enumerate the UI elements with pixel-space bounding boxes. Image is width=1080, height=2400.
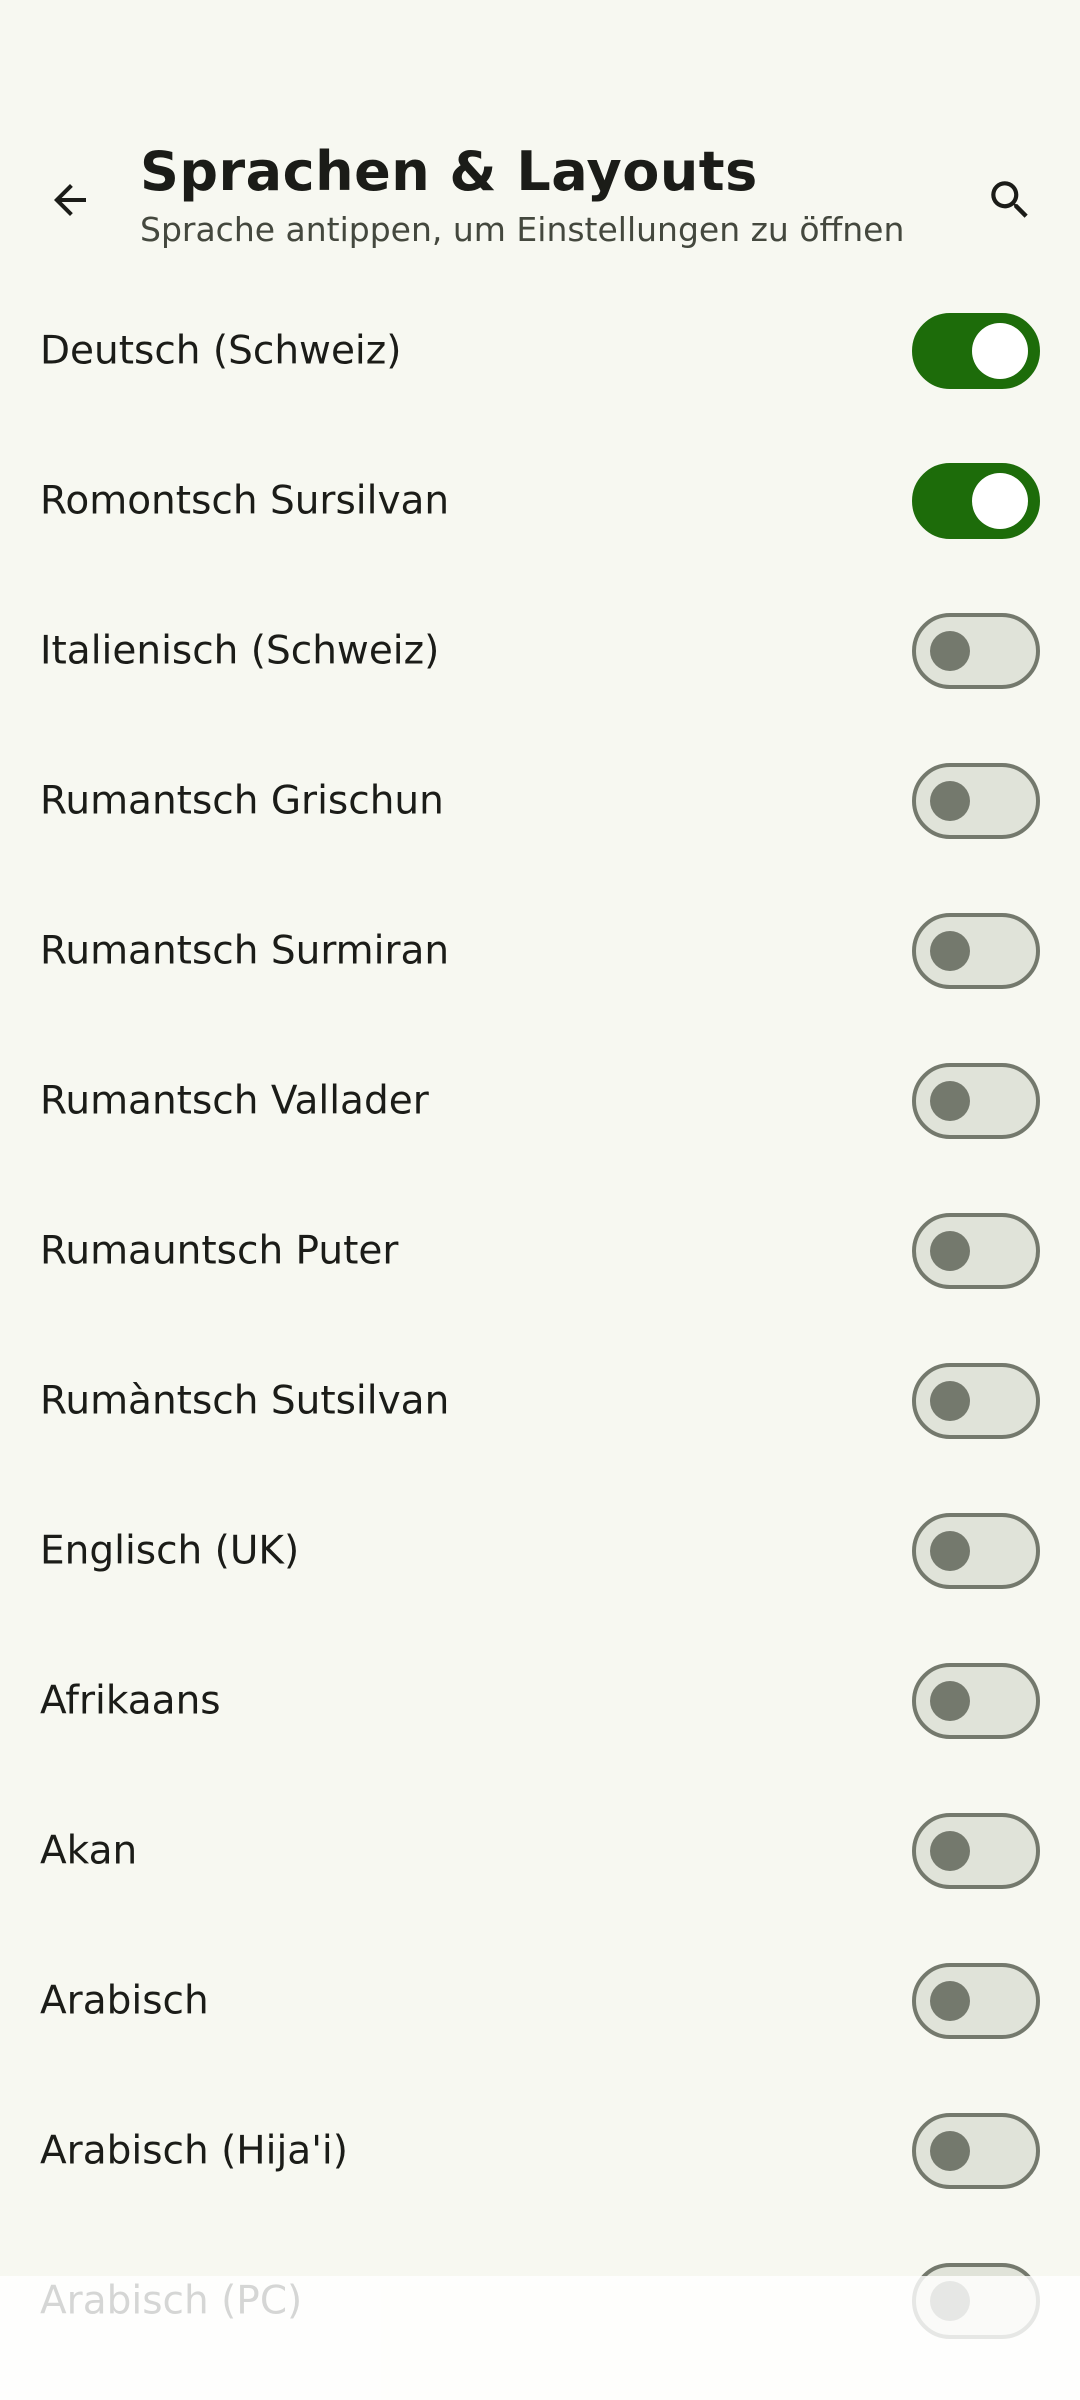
page-title: Sprachen & Layouts	[140, 140, 758, 203]
language-label: Akan	[40, 1828, 138, 1874]
language-row[interactable]: Rumauntsch Puter	[0, 1176, 1080, 1326]
language-row[interactable]: Deutsch (Schweiz)	[0, 276, 1080, 426]
page-subtitle: Sprache antippen, um Einstellungen zu öf…	[140, 210, 905, 249]
switch-thumb	[930, 2281, 970, 2321]
language-toggle-switch[interactable]	[912, 1663, 1040, 1739]
language-label: Englisch (UK)	[40, 1528, 300, 1574]
switch-thumb	[930, 1531, 970, 1571]
language-label: Rumàntsch Sutsilvan	[40, 1378, 450, 1424]
language-row[interactable]: Akan	[0, 1776, 1080, 1926]
switch-thumb	[930, 931, 970, 971]
search-icon	[991, 181, 1028, 218]
language-toggle-switch[interactable]	[912, 1963, 1040, 2039]
language-toggle-switch[interactable]	[912, 1213, 1040, 1289]
language-row[interactable]: Arabisch (Hija'i)	[0, 2076, 1080, 2226]
language-toggle-switch[interactable]	[912, 1063, 1040, 1139]
language-row[interactable]: Rumantsch Grischun	[0, 726, 1080, 876]
language-toggle-switch[interactable]	[912, 313, 1040, 389]
switch-thumb	[930, 1081, 970, 1121]
language-label: Arabisch	[40, 1978, 209, 2024]
language-toggle-switch[interactable]	[912, 1513, 1040, 1589]
switch-thumb	[930, 1981, 970, 2021]
language-label: Rumauntsch Puter	[40, 1228, 399, 1274]
language-row[interactable]: Rumàntsch Sutsilvan	[0, 1326, 1080, 1476]
language-label: Rumantsch Vallader	[40, 1078, 429, 1124]
switch-thumb	[930, 1831, 970, 1871]
language-toggle-switch[interactable]	[912, 2113, 1040, 2189]
language-toggle-switch[interactable]	[912, 2263, 1040, 2339]
language-toggle-switch[interactable]	[912, 1363, 1040, 1439]
language-row[interactable]: Afrikaans	[0, 1626, 1080, 1776]
language-row[interactable]: Rumantsch Vallader	[0, 1026, 1080, 1176]
switch-thumb	[930, 1231, 970, 1271]
switch-thumb	[930, 2131, 970, 2171]
language-row[interactable]: Romontsch Sursilvan	[0, 426, 1080, 576]
search-button[interactable]	[970, 160, 1050, 240]
language-toggle-switch[interactable]	[912, 613, 1040, 689]
language-label: Romontsch Sursilvan	[40, 478, 450, 524]
language-toggle-switch[interactable]	[912, 1813, 1040, 1889]
switch-thumb	[930, 1381, 970, 1421]
top-app-bar: Sprachen & Layouts Sprache antippen, um …	[0, 110, 1080, 270]
language-row[interactable]: Englisch (UK)	[0, 1476, 1080, 1626]
switch-thumb	[930, 631, 970, 671]
language-list: Deutsch (Schweiz) Romontsch Sursilvan Ital…	[0, 276, 1080, 2376]
arrow-back-icon	[54, 184, 86, 216]
language-toggle-switch[interactable]	[912, 763, 1040, 839]
switch-thumb	[930, 1681, 970, 1721]
language-label: Italienisch (Schweiz)	[40, 628, 440, 674]
language-label: Afrikaans	[40, 1678, 221, 1724]
language-toggle-switch[interactable]	[912, 463, 1040, 539]
language-label: Deutsch (Schweiz)	[40, 328, 402, 374]
language-label: Rumantsch Grischun	[40, 778, 444, 824]
language-label: Rumantsch Surmiran	[40, 928, 450, 974]
switch-thumb	[930, 781, 970, 821]
language-row[interactable]: Arabisch (PC)	[0, 2226, 1080, 2376]
switch-thumb	[972, 473, 1028, 529]
language-label: Arabisch (Hija'i)	[40, 2128, 348, 2174]
switch-thumb	[972, 323, 1028, 379]
language-row[interactable]: Italienisch (Schweiz)	[0, 576, 1080, 726]
back-button[interactable]	[30, 160, 110, 240]
language-row[interactable]: Arabisch	[0, 1926, 1080, 2076]
language-row[interactable]: Rumantsch Surmiran	[0, 876, 1080, 1026]
language-label: Arabisch (PC)	[40, 2278, 303, 2324]
language-toggle-switch[interactable]	[912, 913, 1040, 989]
